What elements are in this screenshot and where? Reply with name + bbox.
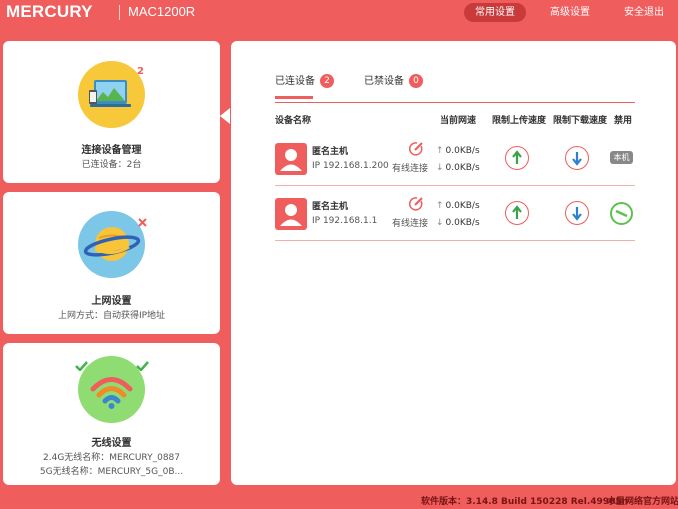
nav-logout[interactable]: 安全退出 bbox=[617, 3, 671, 22]
disconnected-x-icon bbox=[138, 218, 147, 227]
upload-speed: ↑ 0.0KB/s bbox=[436, 146, 480, 156]
tab-banned-devices[interactable]: 已禁设备 0 bbox=[364, 72, 423, 88]
active-card-pointer bbox=[220, 108, 230, 124]
download-speed-value: 0.0KB/s bbox=[445, 218, 480, 228]
connection-type: 有线连接 bbox=[392, 164, 429, 174]
tab-connected-count: 2 bbox=[320, 74, 334, 88]
download-speed: ↓ 0.0KB/s bbox=[436, 218, 480, 228]
local-host-badge: 本机 bbox=[610, 151, 633, 164]
edit-name-icon[interactable] bbox=[408, 196, 424, 212]
firmware-version: 软件版本：3.14.8 Build 150228 Rel.49905n bbox=[421, 497, 628, 507]
logo-divider bbox=[119, 5, 120, 20]
device-ip: IP 192.168.1.200 bbox=[312, 161, 389, 171]
internet-settings-card[interactable]: 上网设置 上网方式：自动获得IP地址 bbox=[3, 192, 220, 334]
wifi-icon bbox=[78, 356, 145, 423]
tab-connected-label: 已连设备 bbox=[275, 76, 315, 87]
check-24g-icon bbox=[75, 361, 88, 371]
col-device-name: 设备名称 bbox=[275, 116, 312, 126]
limit-download-button[interactable] bbox=[565, 146, 589, 170]
down-arrow-icon: ↓ bbox=[436, 163, 444, 173]
down-arrow-icon: ↓ bbox=[436, 218, 444, 228]
edit-name-icon[interactable] bbox=[408, 141, 424, 157]
download-speed: ↓ 0.0KB/s bbox=[436, 163, 480, 173]
col-download-limit: 限制下载速度 bbox=[553, 116, 608, 126]
user-avatar-icon bbox=[275, 143, 307, 175]
device-management-icon bbox=[78, 61, 145, 128]
connection-type: 有线连接 bbox=[392, 219, 429, 229]
active-tab-indicator bbox=[275, 96, 313, 99]
wireless-settings-card[interactable]: 无线设置 2.4G无线名称：MERCURY_0887 5G无线名称：MERCUR… bbox=[3, 343, 220, 485]
tab-banned-label: 已禁设备 bbox=[364, 76, 404, 87]
device-management-subtitle: 已连设备：2台 bbox=[81, 160, 142, 170]
tab-banned-count: 0 bbox=[409, 74, 423, 88]
upload-arrow-icon bbox=[512, 150, 522, 164]
tab-connected-devices[interactable]: 已连设备 2 bbox=[275, 72, 334, 88]
brand-logo: MERCURY bbox=[6, 2, 93, 21]
internet-settings-subtitle: 上网方式：自动获得IP地址 bbox=[57, 311, 166, 321]
download-speed-value: 0.0KB/s bbox=[445, 163, 480, 173]
top-header: MERCURY MAC1200R 常用设置 高级设置 安全退出 bbox=[0, 0, 678, 30]
download-arrow-icon bbox=[572, 207, 582, 221]
nav-advanced-settings[interactable]: 高级设置 bbox=[544, 3, 596, 22]
connected-devices-panel: 已连设备 2 已禁设备 0 设备名称 当前网速 限制上传速度 限制下载速度 禁用 匿… bbox=[231, 41, 676, 485]
col-current-speed: 当前网速 bbox=[440, 116, 477, 126]
limit-upload-button[interactable] bbox=[505, 146, 529, 170]
ban-device-button[interactable] bbox=[610, 202, 633, 225]
device-name: 匿名主机 bbox=[312, 202, 349, 212]
internet-settings-title: 上网设置 bbox=[91, 296, 132, 307]
col-upload-limit: 限制上传速度 bbox=[492, 116, 547, 126]
device-name: 匿名主机 bbox=[312, 147, 349, 157]
wifi-5g-name: 5G无线名称：MERCURY_5G_0B... bbox=[39, 467, 184, 477]
router-model: MAC1200R bbox=[128, 4, 196, 19]
nav-common-settings[interactable]: 常用设置 bbox=[464, 3, 526, 22]
user-avatar-icon bbox=[275, 198, 307, 230]
table-row: 匿名主机 IP 192.168.1.1 有线连接 ↑ 0.0KB/s ↓ 0.0KB… bbox=[275, 187, 635, 241]
up-arrow-icon: ↑ bbox=[436, 201, 444, 211]
device-management-title: 连接设备管理 bbox=[81, 145, 142, 156]
upload-speed-value: 0.0KB/s bbox=[445, 146, 480, 156]
limit-download-button[interactable] bbox=[565, 201, 589, 225]
ban-slash-icon bbox=[615, 209, 628, 218]
wifi-24g-name: 2.4G无线名称：MERCURY_0887 bbox=[43, 453, 180, 463]
device-management-card[interactable]: 2 连接设备管理 已连设备：2台 bbox=[3, 41, 220, 183]
tab-divider bbox=[275, 102, 635, 103]
check-5g-icon bbox=[136, 361, 149, 371]
upload-speed: ↑ 0.0KB/s bbox=[436, 201, 480, 211]
table-row: 匿名主机 IP 192.168.1.200 有线连接 ↑ 0.0KB/s ↓ 0.0… bbox=[275, 132, 635, 186]
limit-upload-button[interactable] bbox=[505, 201, 529, 225]
col-ban: 禁用 bbox=[614, 116, 633, 126]
device-count-badge: 2 bbox=[137, 66, 144, 77]
upload-arrow-icon bbox=[512, 205, 522, 219]
wireless-settings-title: 无线设置 bbox=[91, 438, 132, 449]
upload-speed-value: 0.0KB/s bbox=[445, 201, 480, 211]
planet-icon bbox=[78, 211, 145, 278]
official-site-link[interactable]: 水星网络官方网站 bbox=[607, 494, 678, 507]
up-arrow-icon: ↑ bbox=[436, 146, 444, 156]
device-ip: IP 192.168.1.1 bbox=[312, 216, 378, 226]
download-arrow-icon bbox=[572, 152, 582, 166]
